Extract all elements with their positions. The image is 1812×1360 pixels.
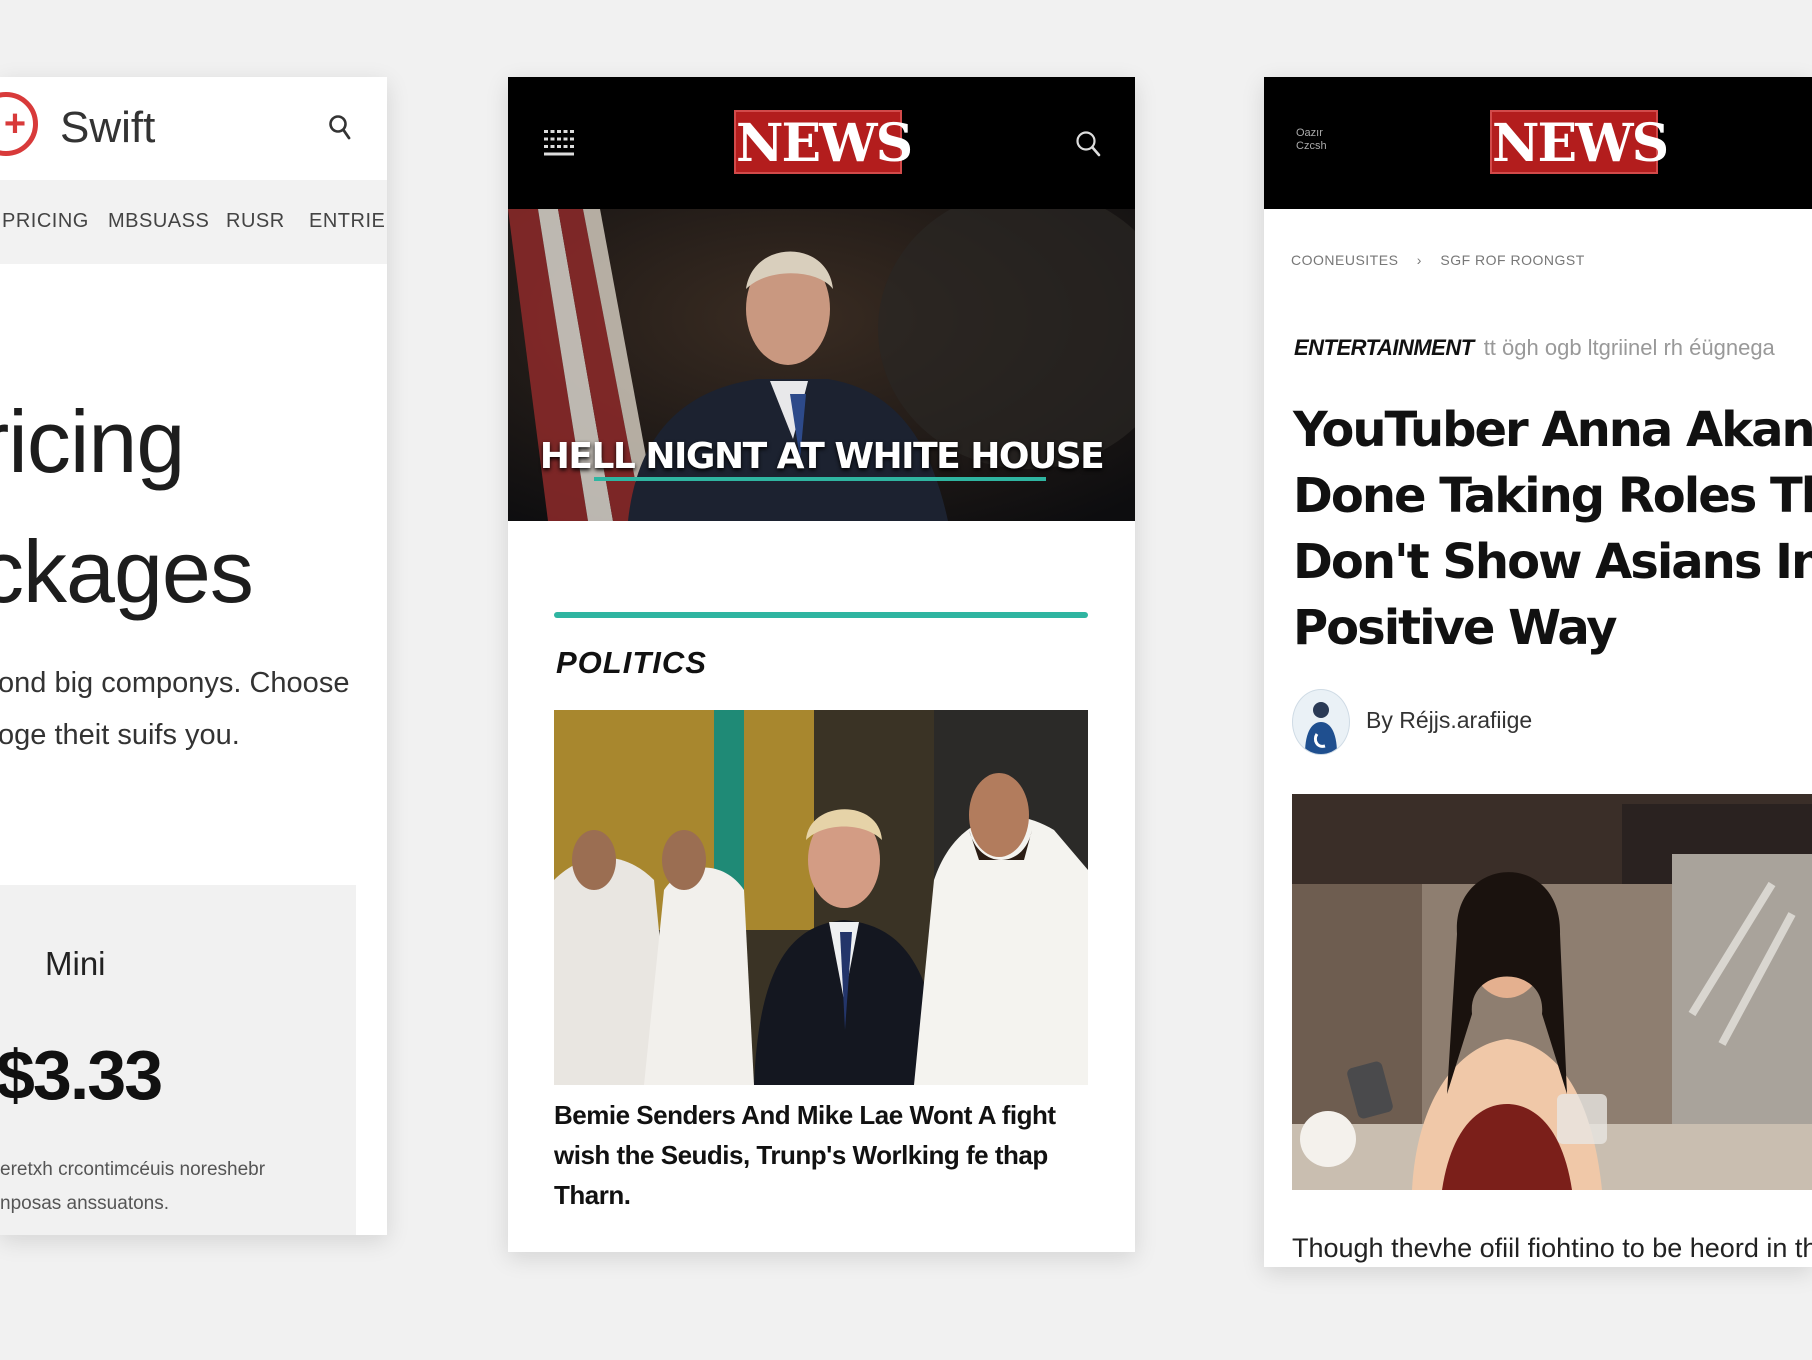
- nav-item-3[interactable]: RUSR: [226, 210, 285, 233]
- nav-item-2[interactable]: MBSUASS: [108, 210, 209, 233]
- hero-image[interactable]: HELL NIGNT AT WHITE HOUSE: [508, 209, 1135, 521]
- headline-line-3: Tharn.: [554, 1180, 631, 1210]
- article-photo-image: [554, 710, 1088, 1085]
- pricing-title-line-1: ricing: [0, 392, 185, 491]
- article-title: YouTuber Anna Akana Done Taking Roles Th…: [1293, 397, 1812, 661]
- nav-item-4[interactable]: ENTRIEDT: [309, 210, 387, 233]
- hero-caption: HELL NIGNT AT WHITE HOUSE: [539, 436, 1105, 477]
- title-line-2: Done Taking Roles That: [1293, 468, 1812, 524]
- pricing-description: ond big componys. Choose oge theit suifs…: [0, 657, 378, 761]
- plan-note-line-1: eretxh crcontimcéuis noreshebr: [0, 1159, 266, 1180]
- headline-line-2: wish the Seudis, Trunp's Worlking fe tha…: [554, 1140, 1048, 1170]
- swift-brand[interactable]: Swift: [60, 103, 155, 153]
- header-left-text[interactable]: Oazır Czcsh: [1296, 127, 1336, 153]
- section-rule: [554, 612, 1088, 618]
- kicker-text: tt ögh ogb ltgriinel rh éügnega: [1483, 335, 1775, 360]
- plan-note: eretxh crcontimcéuis noreshebr nposas an…: [0, 1153, 265, 1221]
- plus-circle-icon[interactable]: +: [0, 92, 38, 156]
- search-icon[interactable]: [328, 113, 352, 143]
- article-photo[interactable]: [554, 710, 1088, 1085]
- section-label[interactable]: POLITICS: [556, 645, 707, 681]
- title-line-4: Positive Way: [1293, 600, 1618, 656]
- plan-card-mini[interactable]: Mini $3.33 eretxh crcontimcéuis noresheb…: [0, 885, 356, 1235]
- article-kicker: ENTERTAINMENT tt ögh ogb ltgriinel rh éüg…: [1294, 335, 1775, 361]
- news-logo[interactable]: NEWS: [734, 110, 913, 174]
- breadcrumb-item-1[interactable]: COONEUSITES: [1291, 252, 1398, 268]
- plan-note-line-2: nposas anssuatons.: [0, 1193, 170, 1214]
- headline-line-1: Bemie Senders And Mike Lae Wont A fight: [554, 1100, 1056, 1130]
- article-photo[interactable]: [1292, 794, 1812, 1190]
- article-headline[interactable]: Bemie Senders And Mike Lae Wont A fight …: [554, 1095, 1094, 1215]
- plan-price: $3.33: [0, 1036, 163, 1114]
- title-line-1: YouTuber Anna Akana: [1293, 402, 1812, 458]
- author-byline: By Réjjs.arafiige: [1366, 707, 1533, 733]
- news-logo[interactable]: NEWS: [1490, 110, 1669, 174]
- breadcrumb-item-2[interactable]: SGF ROF ROONGST: [1440, 252, 1584, 268]
- news-entertainment-card: Oazır Czcsh NEWS COONEUSITES › SGF ROF R…: [1264, 77, 1812, 1267]
- plan-name: Mini: [45, 945, 106, 982]
- search-icon[interactable]: [1074, 129, 1102, 159]
- description-line-2: oge theit suifs you.: [0, 719, 240, 751]
- pricing-title-line-2: ckages: [0, 522, 254, 621]
- swift-nav: PRICING MBSUASS RUSR ENTRIEDT: [0, 180, 387, 264]
- grid-menu-icon[interactable]: [544, 130, 574, 156]
- swift-pricing-card: + Swift PRICING MBSUASS RUSR ENTRIEDT ri…: [0, 77, 387, 1235]
- swift-header: + Swift: [0, 77, 387, 180]
- article-photo-image: [1292, 794, 1812, 1190]
- breadcrumb-separator: ›: [1416, 252, 1422, 268]
- category-label[interactable]: ENTERTAINMENT: [1294, 335, 1474, 360]
- news-politics-card: NEWS HELL NIGNT AT WHITE HOUSE POLITICS …: [508, 77, 1135, 1252]
- news-header: NEWS: [508, 77, 1135, 209]
- pricing-title: ricing ckages: [0, 377, 254, 637]
- hero-caption-underline: [594, 477, 1046, 481]
- breadcrumb: COONEUSITES › SGF ROF ROONGST: [1291, 252, 1585, 268]
- author-avatar-icon: [1292, 689, 1350, 755]
- news-header: Oazır Czcsh NEWS: [1264, 77, 1812, 209]
- description-line-1: ond big componys. Choose: [0, 667, 350, 699]
- nav-item-pricing[interactable]: PRICING: [2, 210, 89, 233]
- article-lead: Though thevhe ofiil fiohtino to be heord…: [1292, 1233, 1812, 1263]
- title-line-3: Don't Show Asians In A: [1293, 534, 1812, 590]
